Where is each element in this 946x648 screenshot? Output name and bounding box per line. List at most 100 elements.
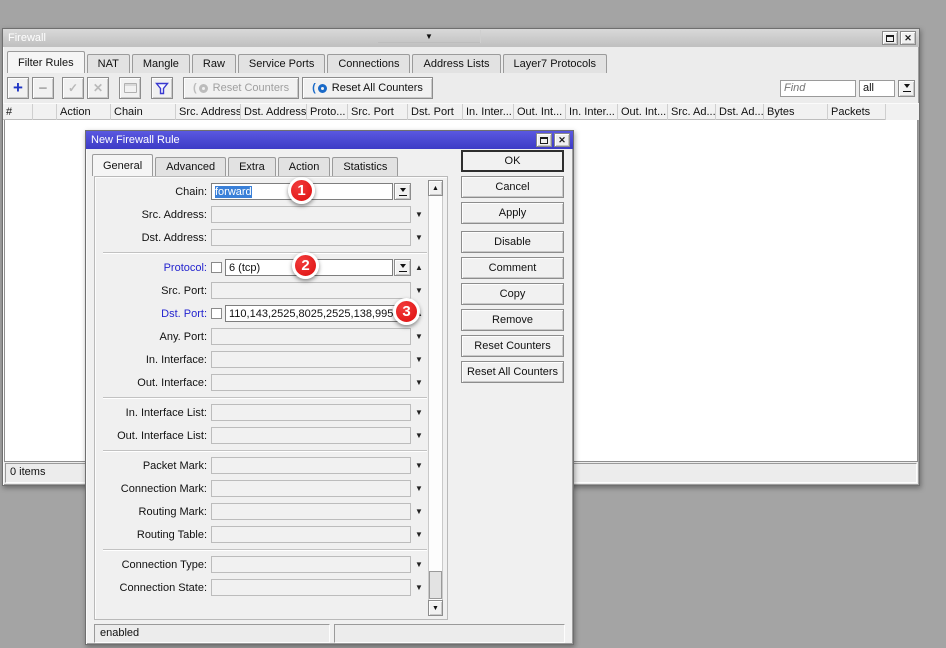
column-src-address-list[interactable]: Src. Ad... (668, 104, 716, 120)
firewall-maximize-button[interactable] (882, 31, 898, 45)
column-src-address[interactable]: Src. Address (176, 104, 241, 120)
dst-port-negate-checkbox[interactable] (211, 308, 222, 319)
dialog-tab-general[interactable]: General (92, 154, 153, 176)
dst-address-expand-button[interactable]: ▼ (411, 233, 427, 242)
column-blank[interactable] (33, 104, 57, 120)
apply-button[interactable]: Apply (461, 202, 564, 224)
out-interface-list-input[interactable] (211, 427, 411, 444)
dialog-tab-extra[interactable]: Extra (228, 157, 276, 176)
column-in-interface[interactable]: In. Inter... (463, 104, 514, 120)
tab-filter-rules[interactable]: Filter Rules (7, 51, 85, 73)
dialog-tab-advanced[interactable]: Advanced (155, 157, 226, 176)
in-interface-list-expand-button[interactable]: ▼ (411, 408, 427, 417)
connection-type-input[interactable] (211, 556, 411, 573)
reset-counters-button[interactable]: Reset Counters (461, 335, 564, 357)
triangle-down-icon: ▼ (415, 583, 423, 592)
routing-table-expand-button[interactable]: ▼ (411, 530, 427, 539)
chain-dropdown-button[interactable] (394, 183, 411, 200)
out-interface-expand-button[interactable]: ▼ (411, 378, 427, 387)
remove-button[interactable]: Remove (461, 309, 564, 331)
column-out-interface[interactable]: Out. Int... (514, 104, 566, 120)
add-rule-button[interactable]: + (7, 77, 29, 99)
comment-button[interactable] (119, 77, 141, 99)
column-number[interactable]: # (3, 104, 33, 120)
disable-rule-button[interactable]: ✕ (87, 77, 109, 99)
find-input[interactable] (780, 80, 856, 97)
dst-address-input[interactable] (211, 229, 411, 246)
disable-button[interactable]: Disable (461, 231, 564, 253)
dialog-titlebar[interactable]: New Firewall Rule ✕ (86, 131, 573, 149)
routing-mark-input[interactable] (211, 503, 411, 520)
filter-scope-dropdown-button[interactable] (898, 80, 915, 97)
dialog-tab-action[interactable]: Action (278, 157, 331, 176)
dialog-tab-statistics[interactable]: Statistics (332, 157, 398, 176)
src-port-input[interactable] (211, 282, 411, 299)
ok-button[interactable]: OK (461, 150, 564, 172)
dialog-maximize-button[interactable] (536, 133, 552, 147)
in-interface-input[interactable] (211, 351, 411, 368)
connection-type-expand-button[interactable]: ▼ (411, 560, 427, 569)
scroll-down-button[interactable]: ▼ (428, 600, 443, 616)
column-protocol[interactable]: Proto... (307, 104, 348, 120)
packet-mark-input[interactable] (211, 457, 411, 474)
any-port-input[interactable] (211, 328, 411, 345)
tab-service-ports[interactable]: Service Ports (238, 54, 325, 73)
filter-scope-select[interactable]: all (859, 80, 895, 97)
column-out-interface-list[interactable]: Out. Int... (618, 104, 668, 120)
tab-raw[interactable]: Raw (192, 54, 236, 73)
column-action[interactable]: Action (57, 104, 111, 120)
connection-mark-input[interactable] (211, 480, 411, 497)
scrollbar-thumb[interactable] (429, 571, 442, 599)
tab-layer7-protocols[interactable]: Layer7 Protocols (503, 54, 608, 73)
firewall-tabstrip: Filter Rules NAT Mangle Raw Service Port… (3, 47, 919, 73)
column-dst-address-list[interactable]: Dst. Ad... (716, 104, 764, 120)
src-address-input[interactable] (211, 206, 411, 223)
reset-all-counters-button[interactable]: Reset All Counters (461, 361, 564, 383)
enable-rule-button[interactable]: ✓ (62, 77, 84, 99)
column-src-port[interactable]: Src. Port (348, 104, 408, 120)
triangle-down-icon: ▼ (432, 605, 439, 612)
tab-mangle[interactable]: Mangle (132, 54, 190, 73)
routing-table-input[interactable] (211, 526, 411, 543)
reset-all-counters-toolbar-button[interactable]: ( Reset All Counters (302, 77, 433, 99)
routing-mark-expand-button[interactable]: ▼ (411, 507, 427, 516)
remove-rule-button[interactable]: − (32, 77, 54, 99)
column-in-interface-list[interactable]: In. Inter... (566, 104, 618, 120)
tab-connections[interactable]: Connections (327, 54, 410, 73)
protocol-dropdown-button[interactable] (394, 259, 411, 276)
any-port-expand-button[interactable]: ▼ (411, 332, 427, 341)
protocol-collapse-button[interactable]: ▲ (411, 263, 427, 272)
column-dst-address[interactable]: Dst. Address (241, 104, 307, 120)
firewall-close-button[interactable]: ✕ (900, 31, 916, 45)
connection-state-input[interactable] (211, 579, 411, 596)
out-interface-input[interactable] (211, 374, 411, 391)
column-packets[interactable]: Packets (828, 104, 886, 120)
column-dst-port[interactable]: Dst. Port (408, 104, 463, 120)
column-bytes[interactable]: Bytes (764, 104, 828, 120)
column-options-button[interactable]: ▼ (378, 30, 481, 43)
comment-button[interactable]: Comment (461, 257, 564, 279)
src-port-expand-button[interactable]: ▼ (411, 286, 427, 295)
dst-port-input[interactable]: 110,143,2525,8025,2525,138,995 (225, 305, 411, 322)
tab-address-lists[interactable]: Address Lists (412, 54, 500, 73)
filter-button[interactable] (151, 77, 173, 99)
copy-button[interactable]: Copy (461, 283, 564, 305)
reset-counters-toolbar-button[interactable]: ( Reset Counters (183, 77, 299, 99)
dialog-close-button[interactable]: ✕ (554, 133, 570, 147)
scroll-up-button[interactable]: ▲ (428, 180, 443, 196)
field-row-in-interface: In. Interface: ▼ (103, 351, 427, 368)
connection-state-expand-button[interactable]: ▼ (411, 583, 427, 592)
src-address-expand-button[interactable]: ▼ (411, 210, 427, 219)
triangle-down-icon: ▼ (415, 286, 423, 295)
out-interface-list-expand-button[interactable]: ▼ (411, 431, 427, 440)
in-interface-expand-button[interactable]: ▼ (411, 355, 427, 364)
packet-mark-expand-button[interactable]: ▼ (411, 461, 427, 470)
column-chain[interactable]: Chain (111, 104, 176, 120)
field-row-src-address: Src. Address: ▼ (103, 206, 427, 223)
connection-mark-expand-button[interactable]: ▼ (411, 484, 427, 493)
protocol-negate-checkbox[interactable] (211, 262, 222, 273)
form-scrollbar[interactable]: ▲ ▼ (428, 180, 443, 616)
cancel-button[interactable]: Cancel (461, 176, 564, 198)
tab-nat[interactable]: NAT (87, 54, 130, 73)
in-interface-list-input[interactable] (211, 404, 411, 421)
